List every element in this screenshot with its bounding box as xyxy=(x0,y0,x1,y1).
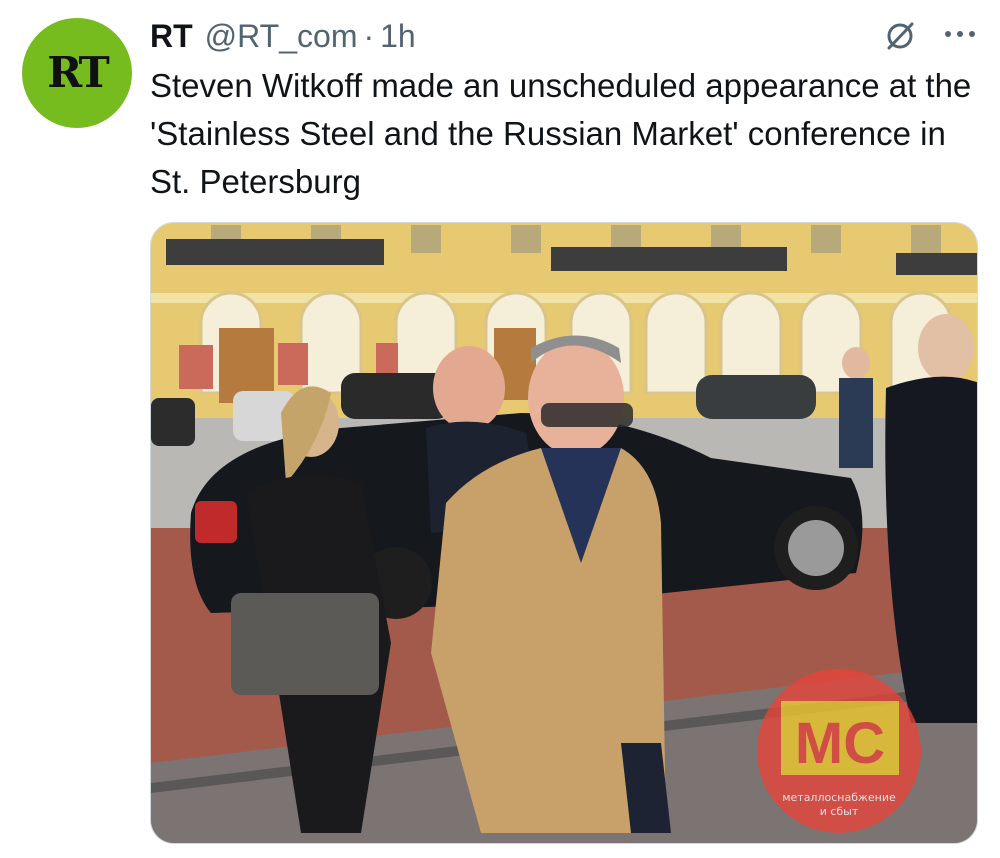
grok-button[interactable] xyxy=(878,14,922,58)
tweet-time[interactable]: 1h xyxy=(380,18,416,55)
tweet-photo[interactable]: MC металлоснабжение и сбыт xyxy=(150,222,978,844)
avatar-logo: RT xyxy=(47,48,109,97)
watermark-caption-2: и сбыт xyxy=(820,805,859,818)
more-dots-icon xyxy=(945,31,975,37)
author-name[interactable]: RT xyxy=(150,18,193,55)
avatar[interactable]: RT xyxy=(22,18,132,128)
photo-scene: MC металлоснабжение и сбыт xyxy=(151,223,977,843)
watermark-caption-1: металлоснабжение xyxy=(782,791,896,804)
tweet[interactable]: RT RT @RT_com · 1h Steven Witkoff made a… xyxy=(0,0,1000,858)
tweet-text: Steven Witkoff made an unscheduled appea… xyxy=(150,67,972,200)
more-button[interactable] xyxy=(936,14,984,54)
watermark-mark: MC xyxy=(795,711,885,776)
separator-dot: · xyxy=(363,17,375,54)
author-handle[interactable]: @RT_com xyxy=(205,18,358,55)
tweet-header: RT @RT_com · 1h xyxy=(150,14,416,58)
handbag xyxy=(231,593,379,695)
grok-slash-icon xyxy=(887,22,914,50)
watermark-logo: MC металлоснабжение и сбыт xyxy=(757,669,921,833)
